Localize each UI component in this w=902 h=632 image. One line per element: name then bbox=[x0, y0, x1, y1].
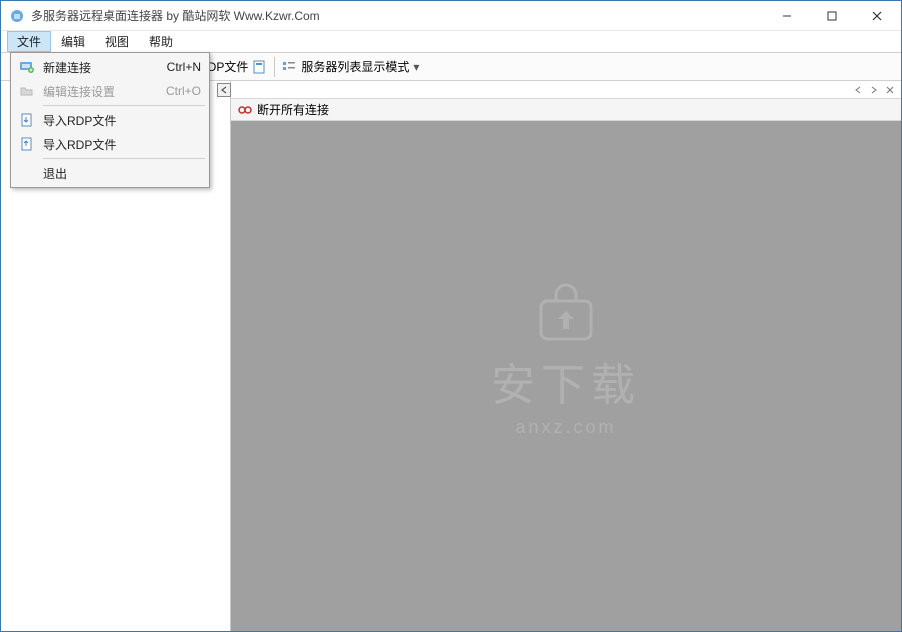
menu-bar: 文件 编辑 视图 帮助 bbox=[1, 31, 901, 53]
menu-import-rdp[interactable]: 导入RDP文件 bbox=[13, 132, 207, 156]
watermark-sub: anxz.com bbox=[491, 417, 641, 438]
menu-separator bbox=[43, 105, 205, 106]
menu-exit-label: 退出 bbox=[43, 165, 201, 182]
menu-export-rdp-label: 导入RDP文件 bbox=[43, 112, 201, 129]
remote-desktop-area: 安下载 anxz.com bbox=[231, 121, 901, 631]
toolbar-separator bbox=[274, 57, 275, 77]
minimize-button[interactable] bbox=[764, 1, 809, 30]
tab-close-button[interactable] bbox=[883, 83, 897, 97]
tab-next-button[interactable] bbox=[867, 83, 881, 97]
title-bar: 多服务器远程桌面连接器 by 酷站网软 Www.Kzwr.Com bbox=[1, 1, 901, 31]
menu-exit[interactable]: 退出 bbox=[13, 161, 207, 185]
info-bar: 断开所有连接 bbox=[231, 99, 901, 121]
menu-separator-2 bbox=[43, 158, 205, 159]
tab-prev-button[interactable] bbox=[851, 83, 865, 97]
window-title: 多服务器远程桌面连接器 by 酷站网软 Www.Kzwr.Com bbox=[31, 7, 764, 24]
menu-file[interactable]: 文件 bbox=[7, 31, 51, 52]
list-mode-icon[interactable] bbox=[281, 59, 297, 75]
menu-view[interactable]: 视图 bbox=[95, 31, 139, 52]
menu-edit-connection-shortcut: Ctrl+O bbox=[166, 84, 201, 98]
menu-new-connection-shortcut: Ctrl+N bbox=[167, 60, 201, 74]
menu-edit-connection-label: 编辑连接设置 bbox=[43, 83, 166, 100]
menu-new-connection-label: 新建连接 bbox=[43, 59, 167, 76]
blank-icon bbox=[17, 163, 37, 183]
close-button[interactable] bbox=[854, 1, 899, 30]
dropdown-arrow-icon[interactable]: ▾ bbox=[413, 60, 419, 74]
folder-open-icon bbox=[17, 81, 37, 101]
menu-new-connection[interactable]: 新建连接 Ctrl+N bbox=[13, 55, 207, 79]
menu-edit[interactable]: 编辑 bbox=[51, 31, 95, 52]
monitor-plus-icon bbox=[17, 57, 37, 77]
file-export-icon bbox=[17, 110, 37, 130]
watermark: 安下载 anxz.com bbox=[491, 283, 641, 438]
menu-help[interactable]: 帮助 bbox=[139, 31, 183, 52]
menu-export-rdp[interactable]: 导入RDP文件 bbox=[13, 108, 207, 132]
menu-edit-connection: 编辑连接设置 Ctrl+O bbox=[13, 79, 207, 103]
file-dropdown: 新建连接 Ctrl+N 编辑连接设置 Ctrl+O 导入RDP文件 导入RDP文… bbox=[10, 52, 210, 188]
disconnect-all-label[interactable]: 断开所有连接 bbox=[257, 101, 329, 118]
menu-import-rdp-label: 导入RDP文件 bbox=[43, 136, 201, 153]
rdp-file-icon[interactable] bbox=[252, 59, 268, 75]
watermark-main: 安下载 bbox=[491, 349, 641, 413]
maximize-button[interactable] bbox=[809, 1, 854, 30]
right-panel: 断开所有连接 安下载 anxz.com bbox=[231, 81, 901, 631]
file-import-icon bbox=[17, 134, 37, 154]
collapse-panel-button[interactable] bbox=[217, 83, 231, 97]
tab-strip bbox=[231, 81, 901, 99]
disconnect-icon[interactable] bbox=[237, 102, 253, 118]
display-mode-label[interactable]: 服务器列表显示模式 bbox=[301, 58, 409, 75]
app-icon bbox=[9, 8, 25, 24]
